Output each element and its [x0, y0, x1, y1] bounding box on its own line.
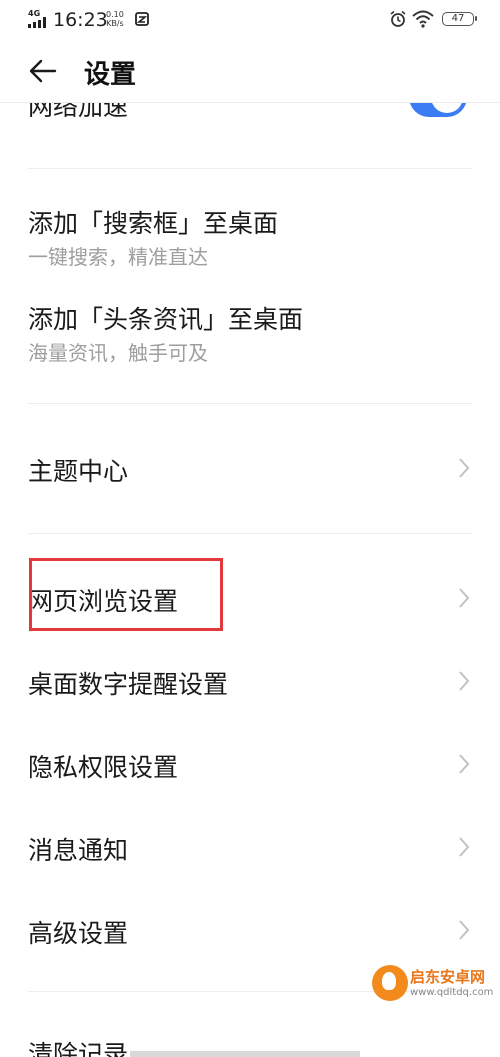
page-title: 设置: [84, 60, 137, 90]
app-header: 设置: [0, 40, 500, 103]
setting-label: 隐私权限设置: [28, 753, 179, 782]
signal-icon: [28, 17, 46, 28]
setting-add-news[interactable]: 添加「头条资讯」至桌面 海量资讯，触手可及: [0, 294, 500, 370]
battery-indicator: 47: [442, 12, 477, 26]
section-divider: [28, 533, 472, 534]
setting-advanced[interactable]: 高级设置: [0, 900, 500, 960]
setting-label: 添加「头条资讯」至桌面: [28, 305, 304, 334]
setting-label: 网络加速: [28, 103, 129, 121]
wifi-icon: [412, 10, 434, 28]
notification-icon: [135, 12, 149, 26]
setting-label: 添加「搜索框」至桌面: [28, 209, 279, 238]
watermark-name: 启东安卓网: [410, 968, 486, 986]
network-speed-value: 0.10: [106, 10, 124, 19]
setting-privacy[interactable]: 隐私权限设置: [0, 734, 500, 794]
chevron-right-icon: [459, 837, 470, 857]
network-speed-unit: KB/s: [106, 19, 124, 28]
chevron-right-icon: [459, 458, 470, 478]
setting-label: 桌面数字提醒设置: [28, 670, 229, 699]
network-accel-toggle[interactable]: [409, 103, 467, 117]
setting-subtitle: 海量资讯，触手可及: [28, 341, 208, 365]
watermark-url: www.qdltdq.com: [410, 987, 494, 998]
alarm-icon: [390, 10, 406, 27]
section-divider: [28, 403, 472, 404]
chevron-right-icon: [459, 920, 470, 940]
setting-desktop-badge[interactable]: 桌面数字提醒设置: [0, 651, 500, 711]
bottom-toast-bar: [130, 1051, 360, 1057]
status-bar: 4G 16:23 0.10 KB/s 47: [0, 0, 500, 40]
setting-label: 消息通知: [28, 836, 129, 865]
highlight-box: [29, 558, 223, 631]
chevron-right-icon: [459, 754, 470, 774]
chevron-right-icon: [459, 588, 470, 608]
chevron-right-icon: [459, 671, 470, 691]
section-divider: [28, 168, 472, 169]
settings-list[interactable]: 网络加速 添加「搜索框」至桌面 一键搜索，精准直达 添加「头条资讯」至桌面 海量…: [0, 103, 500, 1057]
setting-add-search-box[interactable]: 添加「搜索框」至桌面 一键搜索，精准直达: [0, 198, 500, 274]
setting-label: 高级设置: [28, 919, 129, 948]
setting-theme-center[interactable]: 主题中心: [0, 438, 500, 498]
toggle-knob: [431, 103, 463, 113]
setting-label: 主题中心: [28, 457, 129, 486]
setting-label: 清除记录: [28, 1040, 129, 1057]
setting-notifications[interactable]: 消息通知: [0, 817, 500, 877]
watermark-logo-icon: [372, 965, 408, 1001]
back-arrow-icon[interactable]: [28, 58, 58, 84]
watermark: 启东安卓网 www.qdltdq.com: [372, 965, 500, 1015]
network-speed: 0.10 KB/s: [106, 10, 124, 28]
clock: 16:23: [53, 9, 108, 31]
setting-subtitle: 一键搜索，精准直达: [28, 245, 208, 269]
